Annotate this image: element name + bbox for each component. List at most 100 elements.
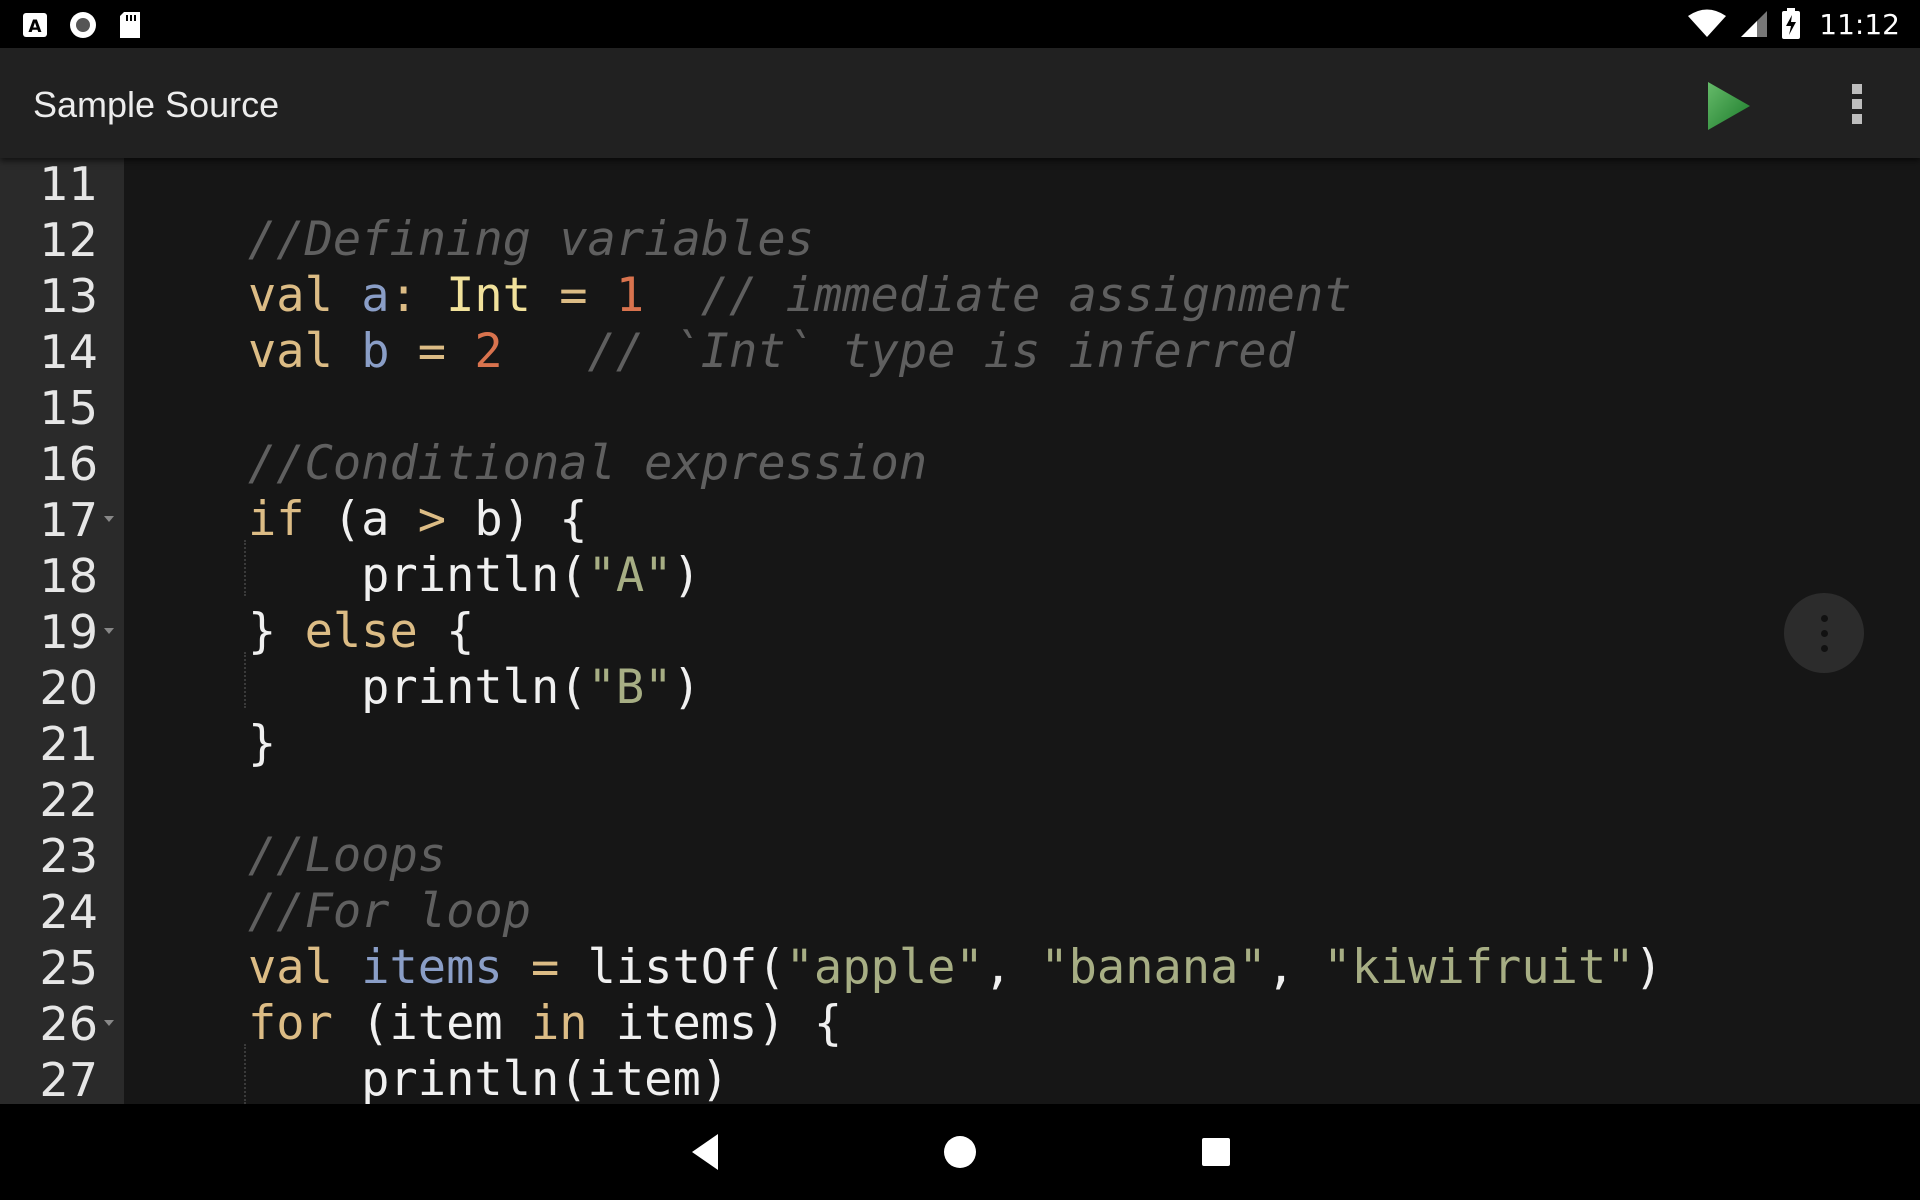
code-token: , bbox=[983, 940, 1041, 995]
code-token: = bbox=[502, 940, 588, 995]
fold-toggle-icon[interactable] bbox=[104, 516, 114, 522]
code-token: items) { bbox=[587, 996, 843, 1051]
signal-icon bbox=[1741, 11, 1768, 37]
line-number: 16 bbox=[39, 437, 98, 491]
code-token: } bbox=[248, 716, 277, 771]
code-token: 2 bbox=[474, 324, 503, 379]
line-number: 14 bbox=[39, 325, 98, 379]
code-token: > bbox=[417, 492, 447, 547]
code-token: println(item) bbox=[248, 1052, 730, 1104]
code-text: } bbox=[248, 716, 276, 772]
play-icon bbox=[1708, 82, 1750, 130]
code-token: //Conditional expression bbox=[248, 436, 928, 491]
code-token: else bbox=[304, 604, 418, 659]
a-box-icon: A bbox=[23, 13, 47, 37]
code-line[interactable]: 16 //Conditional expression bbox=[0, 436, 1920, 492]
code-token: println( bbox=[248, 660, 588, 715]
run-button[interactable] bbox=[1700, 78, 1756, 134]
line-number: 23 bbox=[39, 829, 98, 883]
code-line[interactable]: 17 if (a > b) { bbox=[0, 492, 1920, 548]
code-line[interactable]: 15 bbox=[0, 380, 1920, 436]
code-line[interactable]: 19 } else { bbox=[0, 604, 1920, 660]
code-text: println("A") bbox=[248, 548, 701, 604]
code-text: val b = 2 // `Int` type is inferred bbox=[248, 324, 1295, 380]
code-token: , bbox=[1266, 940, 1324, 995]
code-line[interactable]: 11 bbox=[0, 158, 1920, 212]
line-number: 27 bbox=[39, 1053, 98, 1104]
code-line[interactable]: 18 println("A") bbox=[0, 548, 1920, 604]
status-left-icons: A bbox=[22, 10, 142, 40]
code-token: 1 bbox=[615, 268, 645, 323]
code-token: ) bbox=[672, 660, 701, 715]
back-button[interactable] bbox=[688, 1132, 722, 1176]
code-token: ) bbox=[1634, 940, 1663, 995]
fold-toggle-icon[interactable] bbox=[104, 628, 114, 634]
code-token: for bbox=[248, 996, 333, 1051]
status-time: 11:12 bbox=[1819, 7, 1900, 41]
line-number: 12 bbox=[39, 213, 98, 267]
code-text: for (item in items) { bbox=[248, 996, 842, 1052]
line-number: 18 bbox=[39, 549, 98, 603]
code-token: //Loops bbox=[248, 828, 447, 883]
code-line[interactable]: 24 //For loop bbox=[0, 884, 1920, 940]
code-text: val a: Int = 1 // immediate assignment bbox=[248, 268, 1352, 324]
code-line[interactable]: 25 val items = listOf("apple", "banana", … bbox=[0, 940, 1920, 996]
code-token: = bbox=[389, 324, 475, 379]
code-text: println(item) bbox=[248, 1052, 729, 1104]
svg-text:A: A bbox=[28, 17, 42, 37]
line-number: 24 bbox=[39, 885, 98, 939]
dot bbox=[1821, 645, 1828, 652]
home-button[interactable] bbox=[942, 1132, 978, 1176]
back-icon bbox=[692, 1134, 718, 1170]
code-token: in bbox=[530, 996, 588, 1051]
code-token: a bbox=[361, 268, 390, 323]
code-text: //For loop bbox=[248, 884, 531, 940]
code-editor[interactable]: 11 12//Defining variables 13 val a: Int = 1… bbox=[0, 158, 1920, 1104]
line-number: 22 bbox=[39, 773, 98, 827]
code-token: (item bbox=[332, 996, 531, 1051]
line-number: 21 bbox=[39, 717, 98, 771]
code-token: println( bbox=[248, 548, 588, 603]
app-bar: Sample Source bbox=[0, 48, 1920, 158]
floating-menu-button[interactable] bbox=[1784, 593, 1864, 673]
code-line[interactable]: 27 println(item) bbox=[0, 1052, 1920, 1104]
code-text: //Conditional expression bbox=[248, 436, 927, 492]
code-token: b bbox=[361, 324, 390, 379]
code-line[interactable]: 23 //Loops bbox=[0, 828, 1920, 884]
code-line[interactable]: 20 println("B") bbox=[0, 660, 1920, 716]
circle-icon bbox=[70, 12, 96, 38]
code-text: println("B") bbox=[248, 660, 701, 716]
home-icon bbox=[944, 1136, 976, 1168]
code-line[interactable]: 13 val a: Int = 1 // immediate assignment bbox=[0, 268, 1920, 324]
code-token: // immediate assignment bbox=[700, 268, 1352, 323]
code-text: //Defining variables bbox=[248, 212, 814, 268]
line-number: 13 bbox=[39, 269, 98, 323]
navigation-bar bbox=[0, 1104, 1920, 1200]
code-text: } else { bbox=[248, 604, 474, 660]
battery-charging-icon bbox=[1782, 8, 1801, 39]
line-number: 19 bbox=[39, 605, 98, 659]
code-line[interactable]: 14 val b = 2 // `Int` type is inferred bbox=[0, 324, 1920, 380]
status-right-icons: 11:12 bbox=[1687, 0, 1900, 48]
line-number: 26 bbox=[39, 997, 98, 1051]
page-title: Sample Source bbox=[33, 84, 280, 125]
code-token: "banana" bbox=[1040, 940, 1267, 995]
code-text: if (a > b) { bbox=[248, 492, 588, 548]
line-number: 17 bbox=[39, 493, 98, 547]
code-line[interactable]: 22 bbox=[0, 772, 1920, 828]
code-token: //Defining variables bbox=[248, 212, 814, 267]
code-line[interactable]: 12 //Defining variables bbox=[0, 212, 1920, 268]
code-token: (a bbox=[304, 492, 418, 547]
code-line[interactable]: 26 for (item in items) { bbox=[0, 996, 1920, 1052]
fold-toggle-icon[interactable] bbox=[104, 1020, 114, 1026]
code-token: = bbox=[530, 268, 616, 323]
recents-button[interactable] bbox=[1200, 1134, 1232, 1174]
overflow-menu-button[interactable] bbox=[1840, 76, 1874, 132]
line-number: 11 bbox=[39, 158, 98, 211]
dot bbox=[1821, 615, 1828, 622]
code-line[interactable]: 21} bbox=[0, 716, 1920, 772]
